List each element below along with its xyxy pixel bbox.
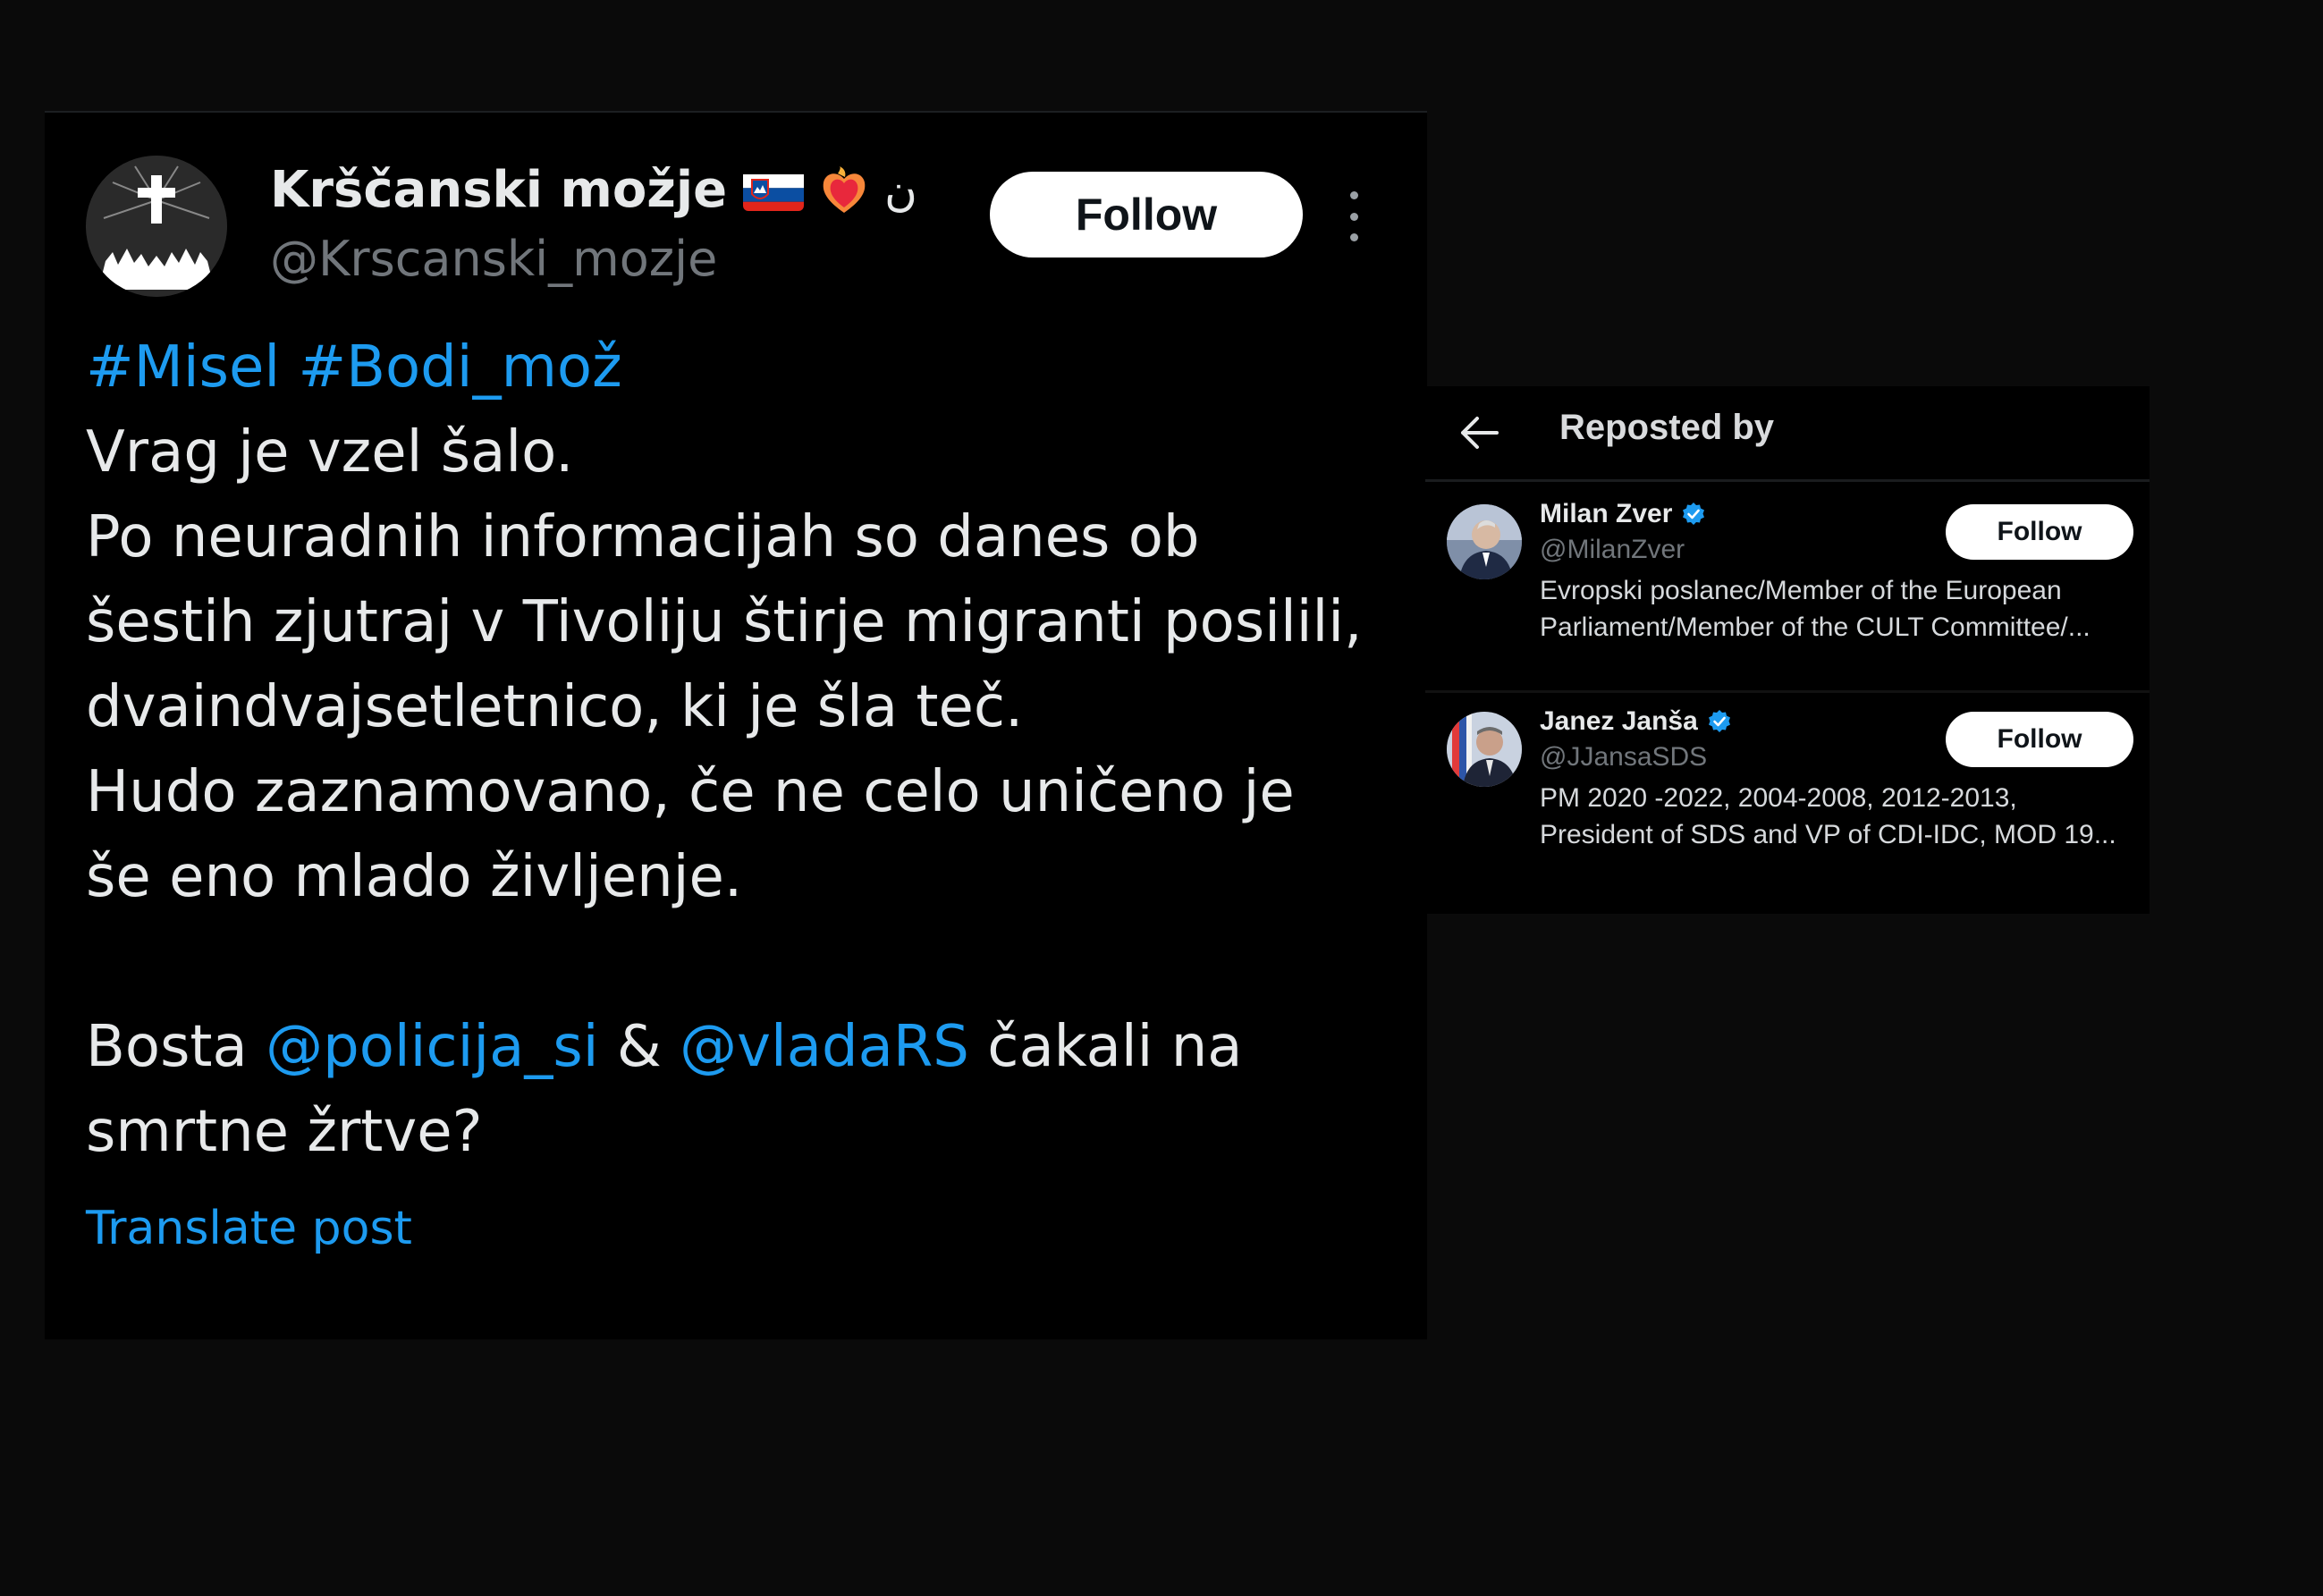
post-line: še eno mlado življenje. <box>86 844 743 910</box>
follow-button[interactable]: Follow <box>1946 504 2133 560</box>
repost-user-row[interactable]: Janez Janša @JJansaSDS PM 2020 -2022, 20… <box>1425 694 2150 898</box>
closing-suffix: čakali na <box>968 1014 1243 1080</box>
hashtags[interactable]: #Misel #Bodi_mož <box>86 325 1409 410</box>
user-handle[interactable]: @MilanZver <box>1540 535 1685 565</box>
slovenia-flag-icon <box>743 170 805 211</box>
user-bio: PM 2020 -2022, 2004-2008, 2012-2013, Pre… <box>1540 780 2130 853</box>
repost-user-row[interactable]: Milan Zver @MilanZver Evropski poslanec/… <box>1425 486 2150 693</box>
user-name-row[interactable]: Milan Zver <box>1540 499 1706 529</box>
post-card: Krščanski možje ن @Krscanski_mozje Follo… <box>45 111 1427 1339</box>
post-text: #Misel #Bodi_mož Vrag je vzel šalo. Po n… <box>86 325 1409 1175</box>
user-name-row[interactable]: Janez Janša <box>1540 706 1732 737</box>
closing-prefix: Bosta <box>86 1014 266 1080</box>
author-name[interactable]: Krščanski možje <box>270 161 727 219</box>
author-name-row[interactable]: Krščanski možje ن <box>270 161 917 219</box>
back-arrow-icon[interactable] <box>1459 413 1500 452</box>
author-handle[interactable]: @Krscanski_mozje <box>270 231 717 287</box>
user-bio-line: Parliament/Member of the CULT Committee/… <box>1540 612 2091 642</box>
user-bio-line: PM 2020 -2022, 2004-2008, 2012-2013, <box>1540 783 2017 813</box>
closing-line-2: smrtne žrtve? <box>86 1099 483 1165</box>
follow-button[interactable]: Follow <box>1946 712 2133 767</box>
author-name-suffix: ن <box>884 164 917 216</box>
author-avatar[interactable] <box>86 156 227 297</box>
closing-amp: & <box>598 1014 680 1080</box>
post-line: Hudo zaznamovano, če ne celo uničeno je <box>86 759 1295 825</box>
avatar[interactable] <box>1447 712 1522 787</box>
heart-on-fire-icon <box>820 165 868 215</box>
verified-badge-icon <box>1683 502 1705 525</box>
reposted-by-title: Reposted by <box>1559 408 1775 447</box>
post-line: Vrag je vzel šalo. <box>86 419 574 486</box>
translate-post-link[interactable]: Translate post <box>86 1202 412 1255</box>
user-name[interactable]: Janez Janša <box>1540 706 1698 737</box>
post-line: šestih zjutraj v Tivoliju štirje migrant… <box>86 589 1363 655</box>
mention-policija[interactable]: @policija_si <box>266 1014 598 1080</box>
user-handle[interactable]: @JJansaSDS <box>1540 742 1707 773</box>
follow-button[interactable]: Follow <box>990 172 1303 258</box>
verified-badge-icon <box>1708 710 1730 732</box>
post-line: Po neuradnih informacijah so danes ob <box>86 504 1200 570</box>
user-bio-line: Evropski poslanec/Member of the European <box>1540 576 2062 605</box>
mention-vlada[interactable]: @vladaRS <box>680 1014 969 1080</box>
cross-avatar-icon <box>86 156 227 297</box>
closing-line: Bosta @policija_si & @vladaRS čakali na <box>86 1005 1409 1090</box>
reposted-by-panel: Reposted by Milan Zver @MilanZver Evrops… <box>1425 386 2150 914</box>
more-options-icon[interactable] <box>1343 191 1364 241</box>
user-bio-line: President of SDS and VP of CDI-IDC, MOD … <box>1540 820 2116 849</box>
reposted-by-header: Reposted by <box>1425 386 2150 482</box>
user-name[interactable]: Milan Zver <box>1540 499 1672 529</box>
post-line: dvaindvajsetletnico, ki je šla teč. <box>86 674 1024 740</box>
avatar[interactable] <box>1447 504 1522 579</box>
user-bio: Evropski poslanec/Member of the European… <box>1540 572 2130 646</box>
